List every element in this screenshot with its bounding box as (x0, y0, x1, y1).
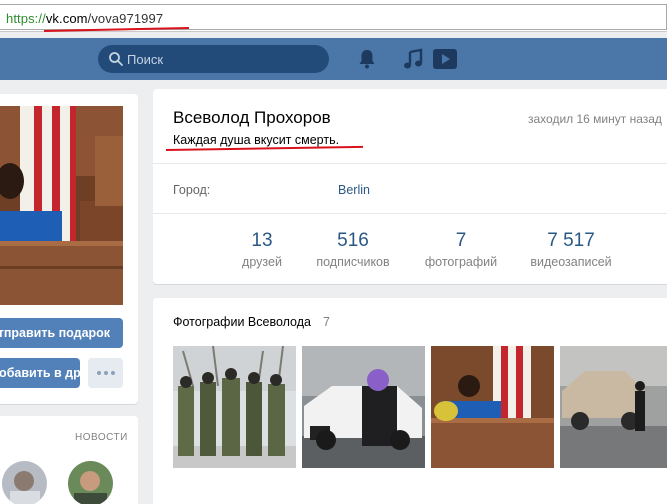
stat-number: 13 (251, 230, 273, 251)
url-red-underline (43, 26, 189, 32)
url-text[interactable]: https://vk.com/vova971997 (6, 11, 163, 26)
url-scheme: https:// (6, 11, 46, 26)
photos-count: 7 (323, 315, 330, 329)
avatar-image (0, 106, 123, 305)
add-friend-label: Добавить в друзья (0, 366, 80, 380)
stat-videos[interactable]: 7 517 видеозаписей (521, 230, 621, 269)
play-icon[interactable] (432, 47, 458, 71)
search-placeholder: Поиск (127, 52, 164, 67)
add-friend-button[interactable]: Добавить в друзья (0, 358, 80, 388)
photo-image (560, 346, 667, 468)
photo-thumbnail[interactable] (431, 346, 554, 468)
photo-thumbnail[interactable] (302, 346, 425, 468)
search-input[interactable]: Поиск (98, 45, 329, 73)
vk-header: Поиск (0, 38, 667, 80)
url-field[interactable]: https://vk.com/vova971997 (0, 4, 667, 32)
more-dot-icon (97, 371, 101, 375)
friend-avatar[interactable] (2, 461, 47, 504)
stat-label: подписчиков (316, 255, 390, 269)
photo-image (302, 346, 425, 468)
city-link[interactable]: Berlin (338, 183, 370, 197)
friend-avatar[interactable] (68, 461, 113, 504)
divider (153, 163, 667, 164)
send-gift-button[interactable]: Отправить подарок (0, 318, 123, 348)
stat-number: 516 (337, 230, 369, 251)
photos-title[interactable]: Фотографии Всеволода (173, 315, 311, 329)
photo-image (431, 346, 554, 468)
music-icon[interactable] (402, 48, 424, 70)
search-icon (109, 52, 123, 66)
friend-avatar-image (68, 461, 113, 504)
photo-thumbnail[interactable] (173, 346, 296, 468)
bell-icon[interactable] (358, 49, 376, 69)
more-actions-button[interactable] (88, 358, 123, 388)
more-dot-icon (104, 371, 108, 375)
url-host: vk.com (45, 11, 88, 26)
stat-label: видеозаписей (530, 255, 612, 269)
browser-address-bar: https://vk.com/vova971997 (0, 0, 667, 32)
news-label[interactable]: НОВОСТИ (75, 432, 128, 443)
stat-friends[interactable]: 13 друзей (212, 230, 312, 269)
stat-number: 7 (455, 230, 467, 251)
city-label: Город: (173, 183, 211, 197)
profile-avatar[interactable] (0, 106, 123, 305)
stat-photos[interactable]: 7 фотографий (411, 230, 511, 269)
more-dot-icon (111, 371, 115, 375)
stat-followers[interactable]: 516 подписчиков (303, 230, 403, 269)
stat-label: друзей (242, 255, 282, 269)
photo-image (173, 346, 296, 468)
url-path: /vova971997 (87, 11, 164, 26)
stat-number: 7 517 (547, 230, 595, 251)
profile-status[interactable]: Каждая душа вкусит смерть. (173, 133, 339, 147)
stat-label: фотографий (424, 255, 498, 269)
online-status: заходил 16 минут назад (528, 112, 662, 126)
divider (153, 213, 667, 214)
photo-thumbnail[interactable] (560, 346, 667, 468)
send-gift-label: Отправить подарок (0, 326, 111, 340)
friend-avatar-image (2, 461, 47, 504)
profile-name: Всеволод Прохоров (173, 108, 331, 127)
